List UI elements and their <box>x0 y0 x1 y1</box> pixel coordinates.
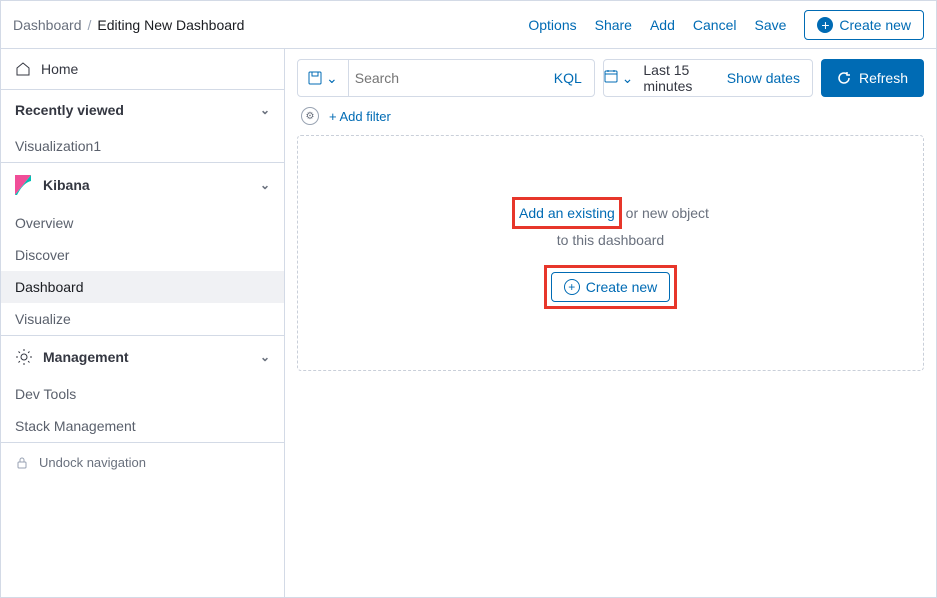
chevron-down-icon: ⌄ <box>622 70 634 86</box>
cancel-link[interactable]: Cancel <box>693 17 737 33</box>
nav-kibana[interactable]: Kibana ⌄ <box>1 163 284 207</box>
breadcrumb-separator: / <box>88 17 92 33</box>
sidebar-item-stack-management[interactable]: Stack Management <box>1 410 284 442</box>
show-dates-link[interactable]: Show dates <box>715 70 812 86</box>
empty-dashboard-panel: Add an existing or new object to this da… <box>297 135 924 371</box>
save-link[interactable]: Save <box>754 17 786 33</box>
refresh-label: Refresh <box>859 70 908 86</box>
top-header: Dashboard / Editing New Dashboard Option… <box>1 1 936 49</box>
chevron-down-icon: ⌄ <box>260 350 270 364</box>
header-actions: Options Share Add Cancel Save + Create n… <box>528 10 924 40</box>
layout: Home Recently viewed ⌄ Visualization1 Ki… <box>1 49 936 597</box>
kibana-logo-icon <box>15 175 33 195</box>
recently-viewed-label: Recently viewed <box>15 102 124 118</box>
create-new-label: Create new <box>839 17 911 33</box>
empty-create-new-label: Create new <box>586 279 658 295</box>
query-bar: ⌄ KQL ⌄ Last 15 minutes Show dates Refre… <box>297 59 924 97</box>
create-new-button[interactable]: + Create new <box>804 10 924 40</box>
chevron-down-icon: ⌄ <box>260 178 270 192</box>
empty-rest-line1: or new object <box>622 205 709 221</box>
search-input[interactable] <box>349 60 542 96</box>
nav-recently-viewed[interactable]: Recently viewed ⌄ <box>1 90 284 130</box>
highlight-create-new: + Create new <box>544 265 678 309</box>
empty-create-new-button[interactable]: + Create new <box>551 272 671 302</box>
breadcrumb-current: Editing New Dashboard <box>97 17 244 33</box>
sidebar-item-discover[interactable]: Discover <box>1 239 284 271</box>
add-existing-link[interactable]: Add an existing <box>519 205 615 221</box>
sidebar-item-overview[interactable]: Overview <box>1 207 284 239</box>
undock-navigation[interactable]: Undock navigation <box>1 443 284 482</box>
chevron-down-icon: ⌄ <box>326 70 338 87</box>
nav-home[interactable]: Home <box>1 49 284 89</box>
refresh-icon <box>837 71 851 85</box>
refresh-button[interactable]: Refresh <box>821 59 924 97</box>
empty-text: Add an existing or new object to this da… <box>512 197 709 252</box>
query-box: ⌄ KQL <box>297 59 595 97</box>
add-filter-link[interactable]: + Add filter <box>329 109 391 124</box>
nav-home-label: Home <box>41 61 78 77</box>
breadcrumb-parent[interactable]: Dashboard <box>13 17 82 33</box>
breadcrumb: Dashboard / Editing New Dashboard <box>13 17 244 33</box>
gear-icon <box>15 348 33 366</box>
filter-bar: ⚙ + Add filter <box>297 97 924 135</box>
saved-query-toggle[interactable]: ⌄ <box>298 60 349 96</box>
main-content: ⌄ KQL ⌄ Last 15 minutes Show dates Refre… <box>285 49 936 597</box>
plus-circle-icon: + <box>817 17 833 33</box>
undock-label: Undock navigation <box>39 455 146 470</box>
calendar-toggle[interactable]: ⌄ <box>604 69 634 87</box>
nav-management[interactable]: Management ⌄ <box>1 336 284 378</box>
empty-line2: to this dashboard <box>557 232 664 248</box>
disk-icon <box>308 71 322 85</box>
recent-item[interactable]: Visualization1 <box>1 130 284 162</box>
home-icon <box>15 61 31 77</box>
calendar-icon <box>604 69 618 83</box>
sidebar-item-dev-tools[interactable]: Dev Tools <box>1 378 284 410</box>
options-link[interactable]: Options <box>528 17 576 33</box>
sidebar-item-visualize[interactable]: Visualize <box>1 303 284 335</box>
add-link[interactable]: Add <box>650 17 675 33</box>
plus-outline-icon: + <box>564 279 580 295</box>
time-picker: ⌄ Last 15 minutes Show dates <box>603 59 813 97</box>
chevron-down-icon: ⌄ <box>260 103 270 117</box>
filter-options-icon[interactable]: ⚙ <box>301 107 319 125</box>
share-link[interactable]: Share <box>595 17 632 33</box>
lock-icon <box>15 456 29 470</box>
sidebar-item-dashboard[interactable]: Dashboard <box>1 271 284 303</box>
time-range-text[interactable]: Last 15 minutes <box>633 62 714 94</box>
kibana-label: Kibana <box>43 177 90 193</box>
kql-toggle[interactable]: KQL <box>542 70 594 86</box>
highlight-add-existing: Add an existing <box>512 197 622 229</box>
sidebar: Home Recently viewed ⌄ Visualization1 Ki… <box>1 49 285 597</box>
management-label: Management <box>43 349 129 365</box>
